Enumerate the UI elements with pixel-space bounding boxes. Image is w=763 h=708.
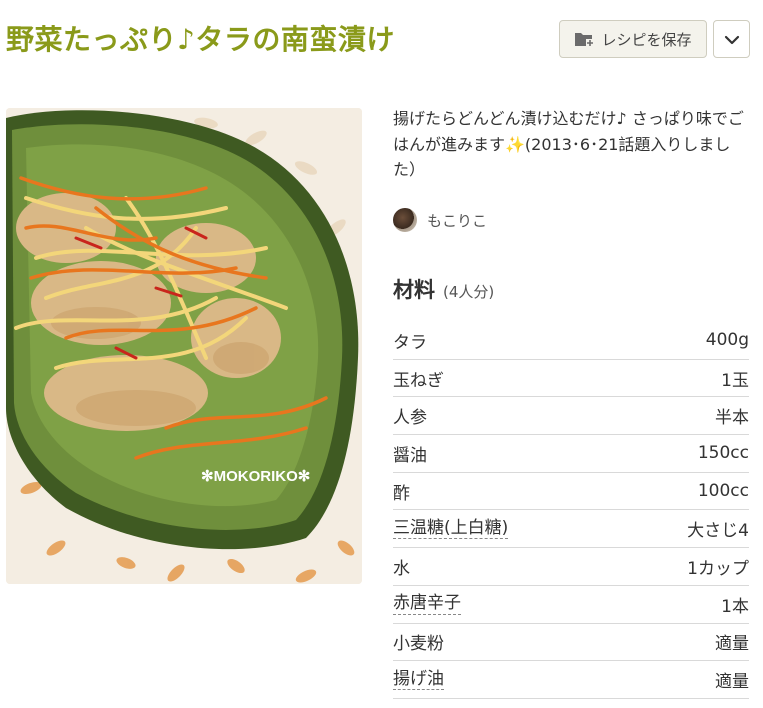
photo-watermark: ✻MOKORIKO✻ — [201, 468, 310, 485]
more-menu-button[interactable] — [713, 20, 750, 58]
ingredient-link[interactable]: 三温糖(上白糖) — [393, 518, 509, 540]
recipe-description: 揚げたらどんどん漬け込むだけ♪ さっぱり味でごはんが進みます✨(2013･6･2… — [393, 109, 744, 180]
ingredient-qty: 1本 — [721, 596, 749, 617]
ingredients-heading: 材料 — [393, 278, 435, 302]
save-recipe-label: レシピを保存 — [601, 30, 692, 49]
ingredient-row: 酢 100cc — [393, 473, 749, 511]
ingredient-row: 小麦粉 適量 — [393, 624, 749, 662]
ingredient-row: 玉ねぎ 1玉 — [393, 360, 749, 398]
ingredient-name: 醤油 — [393, 445, 427, 466]
ingredient-link[interactable]: 赤唐辛子 — [393, 593, 461, 615]
ingredient-qty: 半本 — [715, 408, 749, 429]
ingredient-name: 人参 — [393, 408, 427, 429]
ingredients-header: 材料 (4人分) — [393, 274, 494, 304]
ingredient-qty: 適量 — [715, 634, 749, 655]
ingredient-name: 玉ねぎ — [393, 370, 444, 391]
ingredient-row: 三温糖(上白糖) 大さじ4 — [393, 510, 749, 549]
ingredient-name: 水 — [393, 558, 410, 579]
ingredient-qty: 150cc — [697, 443, 749, 464]
ingredient-link[interactable]: 揚げ油 — [393, 669, 444, 691]
ingredient-name: タラ — [393, 332, 427, 353]
ingredients-list: タラ 400g 玉ねぎ 1玉 人参 半本 醤油 150cc 酢 100cc 三温… — [393, 322, 749, 699]
ingredient-name: 小麦粉 — [393, 634, 444, 655]
ingredient-qty: 400g — [705, 330, 749, 351]
ingredient-row: 赤唐辛子 1本 — [393, 586, 749, 624]
ingredient-row: 醤油 150cc — [393, 435, 749, 473]
ingredient-qty: 大さじ4 — [687, 521, 749, 542]
recipe-title: 野菜たっぷり♪タラの南蛮漬け — [6, 23, 395, 56]
servings: (4人分) — [443, 283, 495, 301]
save-recipe-button[interactable]: レシピを保存 — [559, 20, 707, 58]
ingredient-qty: 1玉 — [721, 370, 749, 391]
ingredient-qty: 1カップ — [687, 558, 749, 579]
ingredient-row: 水 1カップ — [393, 548, 749, 586]
author-link[interactable]: もこりこ — [393, 206, 487, 234]
recipe-photo: ✻MOKORIKO✻ — [6, 108, 362, 584]
ingredient-name: 酢 — [393, 483, 410, 504]
ingredient-row: 人参 半本 — [393, 397, 749, 436]
ingredient-qty: 100cc — [697, 481, 749, 502]
chevron-down-icon — [724, 30, 740, 49]
author-name: もこりこ — [427, 211, 488, 230]
ingredient-qty: 適量 — [715, 672, 749, 693]
folder-plus-icon — [574, 30, 595, 48]
avatar — [393, 208, 417, 232]
ingredient-row: タラ 400g — [393, 322, 749, 360]
ingredient-row: 揚げ油 適量 — [393, 661, 749, 699]
